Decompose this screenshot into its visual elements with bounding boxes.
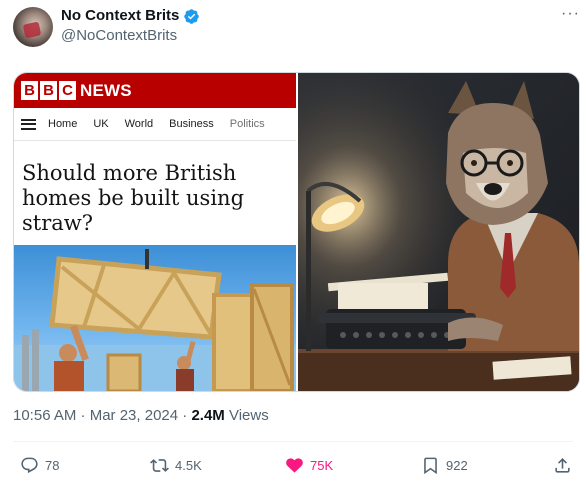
tweet-timestamp[interactable]: 10:56 AM · Mar 23, 2024 · 2.4M Views [13, 407, 269, 424]
share-button[interactable] [553, 456, 572, 475]
tweet-media[interactable]: B B C NEWS Home UK World Business Politi… [13, 72, 580, 392]
bbc-news-wordmark: NEWS [80, 80, 132, 100]
heart-icon [286, 458, 303, 473]
tweet-actions: 78 4.5K 75K 922 [0, 454, 586, 480]
bbc-nav: Home UK World Business Politics [14, 108, 296, 141]
bbc-logo: B B C [21, 81, 76, 100]
reply-count: 78 [45, 458, 60, 473]
bbc-header: B B C NEWS [14, 73, 296, 108]
bbc-logo-letter: B [40, 81, 57, 100]
repost-button[interactable]: 4.5K [150, 456, 202, 475]
views-count: 2.4M [191, 407, 225, 424]
wolf-typewriter-illustration [298, 73, 579, 391]
author-avatar[interactable] [13, 7, 53, 47]
media-image-bbc-article[interactable]: B B C NEWS Home UK World Business Politi… [14, 73, 298, 391]
bbc-nav-item: Politics [229, 118, 265, 130]
repost-count: 4.5K [175, 458, 202, 473]
bookmark-button[interactable]: 922 [421, 456, 468, 475]
share-icon [555, 458, 570, 473]
bbc-nav-item: World [124, 118, 154, 130]
straw-panels-illustration [14, 249, 296, 391]
bookmark-icon [424, 457, 437, 475]
article-headline: Should more British homes be built using… [22, 161, 245, 235]
bbc-logo-letter: C [59, 81, 76, 100]
reply-icon [21, 457, 38, 474]
bbc-nav-item: Home [48, 118, 78, 130]
hamburger-menu-icon [21, 118, 36, 130]
bbc-nav-item: UK [93, 118, 109, 130]
straw-panels-photo [14, 245, 296, 391]
verified-badge-icon [184, 8, 200, 24]
media-image-wolf-typewriter[interactable] [298, 73, 579, 391]
like-button[interactable]: 75K [285, 456, 333, 475]
author-display-name[interactable]: No Context Brits [61, 7, 179, 25]
author-name-row: No Context Brits [61, 7, 200, 25]
more-options-icon[interactable]: ··· [561, 5, 580, 23]
repost-icon [150, 459, 169, 472]
views-label: Views [224, 407, 269, 424]
tweet-time[interactable]: 10:56 AM · Mar 23, 2024 · [13, 407, 191, 424]
bbc-nav-item: Business [169, 118, 214, 130]
bookmark-count: 922 [446, 458, 468, 473]
divider [13, 441, 573, 442]
author-handle[interactable]: @NoContextBrits [61, 27, 177, 45]
bbc-logo-letter: B [21, 81, 38, 100]
reply-button[interactable]: 78 [20, 456, 59, 475]
like-count: 75K [310, 458, 334, 473]
